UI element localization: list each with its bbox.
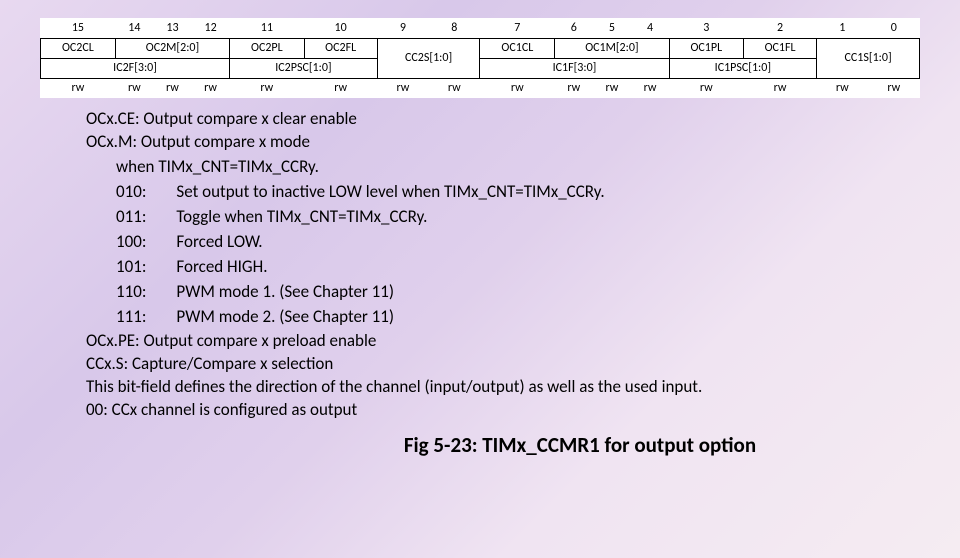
bit-num: 14 [115, 18, 153, 38]
mode-code: 010: [116, 181, 174, 204]
field-oc2fl: OC2FL [304, 38, 377, 58]
mode-list: 010:Set output to inactive LOW level whe… [114, 179, 635, 331]
field-ic2psc: IC2PSC[1:0] [230, 58, 378, 78]
bit-num: 7 [480, 18, 555, 38]
def-ccxs: CCx.S: Capture/Compare x selection [86, 353, 880, 376]
rw-cell: rw [817, 78, 868, 98]
bit-num: 9 [377, 18, 428, 38]
def-ocxm: OCx.M: Output compare x mode [86, 131, 880, 154]
def-00: 00: CCx channel is configured as output [86, 399, 880, 422]
rw-cell: rw [868, 78, 920, 98]
when-line: when TIMx_CNT=TIMx_CCRy. [116, 156, 880, 179]
mode-code: 111: [116, 306, 174, 329]
rw-cell: rw [377, 78, 428, 98]
bit-num: 13 [153, 18, 191, 38]
rw-cell: rw [192, 78, 230, 98]
def-ocxce: OCx.CE: Output compare x clear enable [86, 108, 880, 131]
bit-num: 15 [41, 18, 116, 38]
rw-cell: rw [153, 78, 191, 98]
ic-field-row: IC2F[3:0] IC2PSC[1:0] IC1F[3:0] IC1PSC[1… [41, 58, 920, 78]
mode-code: 011: [116, 206, 174, 229]
rw-cell: rw [429, 78, 480, 98]
mode-desc: PWM mode 2. (See Chapter 11) [176, 306, 632, 329]
field-oc1cl: OC1CL [480, 38, 555, 58]
bit-num: 10 [304, 18, 377, 38]
field-oc2cl: OC2CL [41, 38, 116, 58]
field-cc1s: CC1S[1:0] [817, 38, 920, 78]
bit-number-row: 15 14 13 12 11 10 9 8 7 6 5 4 3 2 1 0 [41, 18, 920, 38]
mode-desc: Set output to inactive LOW level when TI… [176, 181, 632, 204]
bit-num: 6 [555, 18, 593, 38]
rw-cell: rw [115, 78, 153, 98]
def-ocxpe: OCx.PE: Output compare x preload enable [86, 330, 880, 353]
bit-num: 1 [817, 18, 868, 38]
mode-desc: Toggle when TIMx_CNT=TIMx_CCRy. [176, 206, 632, 229]
rw-cell: rw [669, 78, 743, 98]
field-ic1f: IC1F[3:0] [480, 58, 669, 78]
mode-desc: Forced HIGH. [176, 256, 632, 279]
bit-num: 4 [631, 18, 669, 38]
bit-num: 8 [429, 18, 480, 38]
rw-cell: rw [631, 78, 669, 98]
rw-cell: rw [304, 78, 377, 98]
field-oc1m: OC1M[2:0] [555, 38, 669, 58]
rw-cell: rw [593, 78, 631, 98]
bit-num: 11 [230, 18, 304, 38]
mode-code: 100: [116, 231, 174, 254]
description-block: OCx.CE: Output compare x clear enable OC… [0, 98, 960, 422]
rw-cell: rw [480, 78, 555, 98]
field-oc2pl: OC2PL [230, 38, 304, 58]
rw-cell: rw [41, 78, 116, 98]
field-cc2s: CC2S[1:0] [377, 38, 480, 78]
bit-num: 5 [593, 18, 631, 38]
rw-cell: rw [230, 78, 304, 98]
def-dir: This bit-field defines the direction of … [86, 376, 880, 399]
bit-num: 2 [743, 18, 816, 38]
figure-caption: Fig 5-23: TIMx_CCMR1 for output option [0, 432, 960, 458]
mode-code: 110: [116, 281, 174, 304]
register-bitfield-table: 15 14 13 12 11 10 9 8 7 6 5 4 3 2 1 0 OC… [40, 18, 920, 98]
field-oc1pl: OC1PL [669, 38, 743, 58]
mode-code: 101: [116, 256, 174, 279]
field-ic2f: IC2F[3:0] [41, 58, 230, 78]
bit-num: 0 [868, 18, 920, 38]
oc-field-row: OC2CL OC2M[2:0] OC2PL OC2FL CC2S[1:0] OC… [41, 38, 920, 58]
rw-row: rw rw rw rw rw rw rw rw rw rw rw rw rw r… [41, 78, 920, 98]
field-ic1psc: IC1PSC[1:0] [669, 58, 817, 78]
bit-num: 3 [669, 18, 743, 38]
bit-num: 12 [192, 18, 230, 38]
field-oc2m: OC2M[2:0] [115, 38, 229, 58]
mode-desc: Forced LOW. [176, 231, 632, 254]
mode-desc: PWM mode 1. (See Chapter 11) [176, 281, 632, 304]
rw-cell: rw [743, 78, 816, 98]
field-oc1fl: OC1FL [743, 38, 816, 58]
rw-cell: rw [555, 78, 593, 98]
